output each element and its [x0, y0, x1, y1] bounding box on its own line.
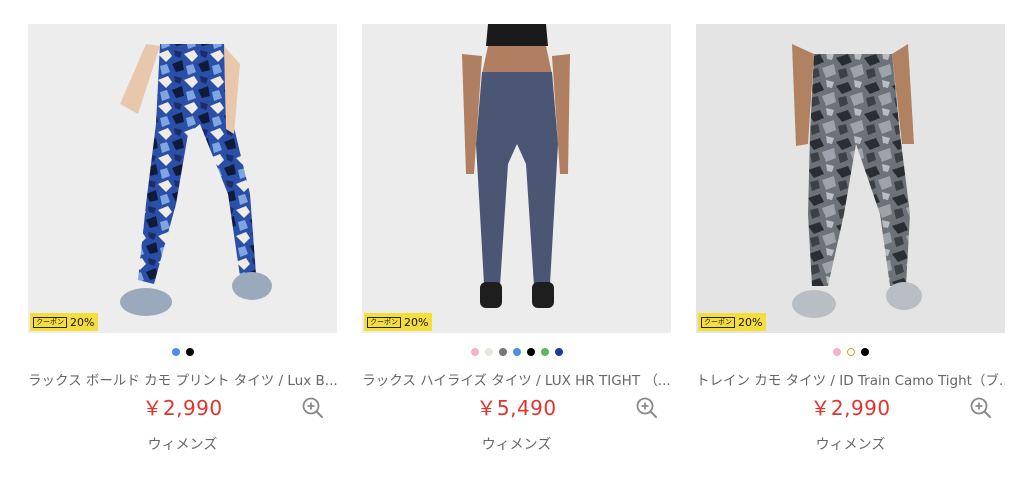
- color-swatch[interactable]: [484, 348, 493, 356]
- zoom-in-icon[interactable]: [969, 396, 993, 420]
- product-card[interactable]: クーポン 20% ラックス ボールド カモ プリント タイツ / Lux B..…: [28, 24, 337, 464]
- product-image[interactable]: クーポン 20%: [696, 24, 1005, 333]
- coupon-discount: 20%: [70, 315, 95, 329]
- color-swatch[interactable]: [498, 348, 507, 356]
- coupon-badge: クーポン 20%: [364, 313, 433, 331]
- product-name[interactable]: ラックス ハイライズ タイツ / LUX HR TIGHT （...: [362, 369, 671, 389]
- coupon-badge: クーポン 20%: [30, 313, 99, 331]
- color-swatch[interactable]: [512, 348, 521, 356]
- coupon-discount: 20%: [738, 315, 763, 329]
- color-swatch[interactable]: [526, 348, 535, 356]
- product-image[interactable]: クーポン 20%: [28, 24, 337, 333]
- product-name[interactable]: ラックス ボールド カモ プリント タイツ / Lux B...: [28, 369, 337, 389]
- product-card[interactable]: クーポン 20% トレイン カモ タイツ / ID Train Camo Tig…: [696, 24, 1005, 464]
- coupon-badge: クーポン 20%: [698, 313, 767, 331]
- coupon-tag-label: クーポン: [33, 316, 67, 328]
- color-swatch[interactable]: [470, 348, 479, 356]
- color-swatch[interactable]: [832, 348, 841, 356]
- zoom-in-icon[interactable]: [301, 396, 325, 420]
- color-swatch[interactable]: [171, 348, 180, 356]
- product-gender: ウィメンズ: [481, 437, 552, 453]
- product-price: ￥2,990: [142, 396, 223, 420]
- color-swatch[interactable]: [540, 348, 549, 356]
- color-swatch[interactable]: [185, 348, 194, 356]
- color-swatch[interactable]: [554, 348, 563, 356]
- coupon-tag-label: クーポン: [367, 316, 401, 328]
- zoom-in-icon[interactable]: [635, 396, 659, 420]
- product-name[interactable]: トレイン カモ タイツ / ID Train Camo Tight（ブ...: [696, 369, 1005, 389]
- color-swatch[interactable]: [846, 348, 855, 356]
- color-swatch[interactable]: [860, 348, 869, 356]
- coupon-discount: 20%: [404, 315, 429, 329]
- product-grid: クーポン 20% ラックス ボールド カモ プリント タイツ / Lux B..…: [0, 0, 1024, 488]
- coupon-tag-label: クーポン: [701, 316, 735, 328]
- product-gender: ウィメンズ: [815, 437, 886, 453]
- product-image[interactable]: クーポン 20%: [362, 24, 671, 333]
- product-gender: ウィメンズ: [147, 437, 218, 453]
- color-swatches: [696, 348, 1005, 356]
- color-swatches: [28, 348, 337, 356]
- product-price: ￥5,490: [476, 396, 557, 420]
- color-swatches: [362, 348, 671, 356]
- product-price: ￥2,990: [810, 396, 891, 420]
- product-card[interactable]: クーポン 20% ラックス ハイライズ タイツ / LUX HR TIGHT （…: [362, 24, 671, 464]
